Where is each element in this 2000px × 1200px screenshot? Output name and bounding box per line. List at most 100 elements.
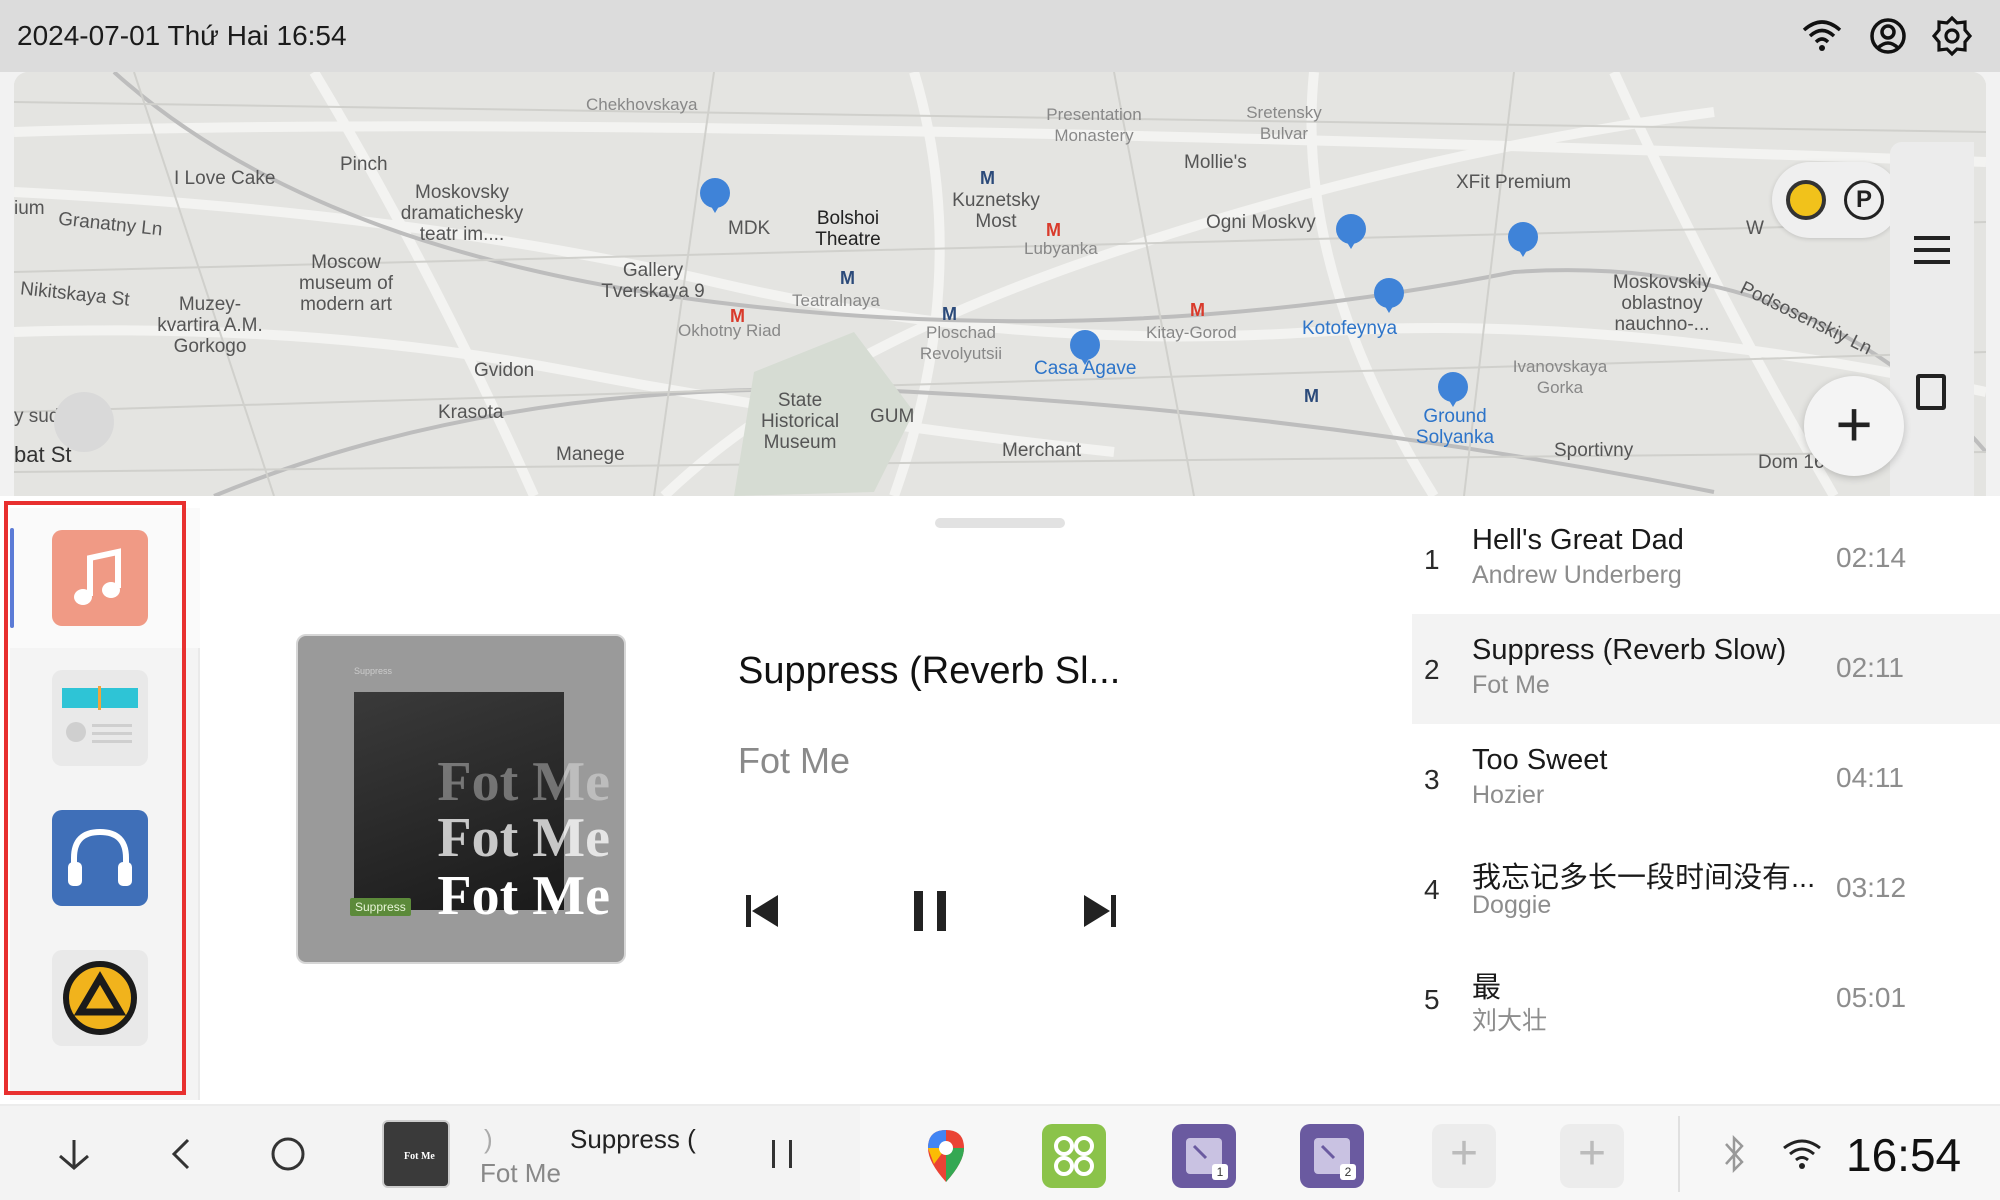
track-duration: 04:11 — [1836, 762, 1904, 793]
track-duration: 02:11 — [1836, 652, 1904, 683]
home-circle-icon — [271, 1137, 305, 1171]
mini-player-art[interactable]: Fot Me — [382, 1120, 450, 1188]
metro-icon: M — [730, 306, 745, 326]
map-layer-badge[interactable]: P — [1772, 162, 1900, 238]
metro-icon: M — [1046, 220, 1061, 240]
track-title: Too Sweet — [1472, 744, 1608, 776]
bluetooth-icon[interactable] — [1704, 1124, 1764, 1184]
apps-icon — [1054, 1136, 1094, 1176]
map-label: Kitay-Gorod — [1146, 323, 1237, 342]
map-label: Presentation Monastery — [1046, 105, 1142, 145]
status-datetime: 2024-07-01 Thứ Hai 16:54 — [17, 20, 347, 51]
track-row[interactable]: 1 Hell's Great Dad Andrew Underberg 02:1… — [1412, 504, 2000, 614]
next-track-button[interactable] — [1065, 876, 1135, 946]
map-label: Krasota — [438, 402, 504, 423]
map-label: bat St — [14, 442, 72, 467]
map-label: Ploschad Revolyutsii — [919, 323, 1003, 363]
map-pin[interactable] — [1070, 330, 1100, 365]
pause-icon — [772, 1140, 792, 1168]
now-playing-artist: Fot Me — [738, 740, 851, 781]
track-duration: 03:12 — [1836, 872, 1907, 903]
map-pin[interactable] — [1374, 278, 1404, 313]
track-artist: Doggie — [1472, 891, 1552, 919]
map-label: ium — [14, 198, 45, 219]
map-label: Kotofeynya — [1302, 318, 1398, 339]
map-label: MDK — [728, 218, 771, 239]
map-side-panel — [1890, 142, 1974, 496]
track-title: Suppress (Reverb Slow) — [1472, 634, 1787, 666]
track-duration: 05:01 — [1836, 982, 1907, 1013]
source-sidebar-highlight — [4, 501, 186, 1095]
map-label: I Love Cake — [174, 168, 276, 189]
map-label: Merchant — [1002, 440, 1082, 461]
map-label: Gallery Tverskaya 9 — [601, 260, 705, 302]
track-row[interactable]: 3 Too Sweet Hozier 04:11 — [1412, 724, 2000, 834]
map-label: Ogni Moskvy — [1206, 212, 1316, 233]
pause-icon — [914, 891, 946, 931]
track-row[interactable]: 5 最 刘大壮 05:01 — [1412, 944, 2000, 1054]
track-artist: 刘大壮 — [1472, 1007, 1548, 1035]
skip-previous-icon — [746, 895, 778, 927]
traffic-icon — [1786, 180, 1826, 220]
now-playing-title: Suppress (Reverb Sl... — [738, 650, 1121, 692]
map-label: Lubyanka — [1024, 239, 1098, 258]
split-screen-2-button[interactable]: 2 — [1300, 1124, 1364, 1188]
parking-icon: P — [1844, 180, 1884, 220]
home-button[interactable] — [258, 1124, 318, 1184]
back-button[interactable] — [152, 1124, 212, 1184]
wifi-icon[interactable] — [1772, 1124, 1832, 1184]
album-art-text: Fot Me — [437, 865, 610, 927]
media-panel: Suppress Fot Me Fot Me Fot Me Suppress S… — [0, 496, 2000, 1104]
track-artist: Fot Me — [1472, 671, 1550, 699]
album-art-text: Fot Me — [437, 751, 610, 813]
map-pin[interactable] — [700, 178, 730, 213]
map-label: Moscow museum of modern art — [299, 252, 393, 315]
map-label: State Historical Museum — [760, 390, 840, 453]
map-view[interactable]: Chekhovskaya Presentation Monastery Sret… — [14, 72, 1986, 496]
track-number: 3 — [1424, 764, 1440, 795]
album-art: Suppress Fot Me Fot Me Fot Me Suppress — [296, 634, 626, 964]
mini-player-title-fragment: ) — [484, 1124, 493, 1154]
chat-icon[interactable] — [54, 392, 114, 452]
map-pin[interactable] — [1438, 372, 1468, 407]
track-artist: Andrew Underberg — [1472, 561, 1682, 589]
track-artist: Hozier — [1472, 781, 1545, 809]
previous-track-button[interactable] — [727, 876, 797, 946]
map-pin[interactable] — [1336, 214, 1366, 249]
metro-icon: M — [942, 304, 957, 324]
add-app-button[interactable]: + — [1560, 1124, 1624, 1188]
map-label: Chekhovskaya — [586, 95, 698, 114]
map-label: Mollie's — [1184, 152, 1247, 173]
menu-icon[interactable] — [1914, 236, 1950, 264]
navbar-divider — [1678, 1116, 1680, 1192]
album-art-caption: Suppress — [354, 666, 393, 676]
wifi-icon[interactable] — [1800, 14, 1844, 58]
collapse-down-button[interactable] — [44, 1124, 104, 1184]
pause-button[interactable] — [895, 876, 965, 946]
map-add-button[interactable]: + — [1804, 376, 1904, 476]
metro-icon: M — [840, 268, 855, 288]
map-label: Teatralnaya — [792, 291, 880, 310]
map-label: Moskovsky dramatichesky teatr im.... — [400, 182, 524, 245]
mini-pause-button[interactable] — [752, 1124, 812, 1184]
drag-handle[interactable] — [935, 518, 1065, 528]
map-label: Manege — [556, 444, 625, 465]
map-pin[interactable] — [1508, 222, 1538, 257]
bookmark-icon[interactable] — [1916, 374, 1946, 410]
google-maps-icon — [928, 1130, 964, 1182]
map-label: Pinch — [340, 154, 388, 175]
apps-grid-button[interactable] — [1042, 1124, 1106, 1188]
track-row[interactable]: 4 我忘记多长一段时间没有... Doggie 03:12 — [1412, 834, 2000, 944]
split-screen-1-button[interactable]: 1 — [1172, 1124, 1236, 1188]
chevron-down-icon — [59, 1140, 89, 1170]
album-art-label: Suppress — [350, 898, 411, 916]
mini-player-artist: Fot Me — [480, 1158, 561, 1188]
track-row-playing[interactable]: 2 Suppress (Reverb Slow) Fot Me 02:11 — [1412, 614, 2000, 724]
map-label: Muzey-kvartira A.M. Gorkogo — [157, 294, 263, 357]
maps-app-button[interactable] — [914, 1124, 978, 1188]
add-app-button[interactable]: + — [1432, 1124, 1496, 1188]
track-duration: 02:14 — [1836, 542, 1907, 573]
skip-next-icon — [1084, 895, 1116, 927]
account-icon[interactable] — [1866, 14, 1910, 58]
settings-icon[interactable] — [1930, 14, 1974, 58]
